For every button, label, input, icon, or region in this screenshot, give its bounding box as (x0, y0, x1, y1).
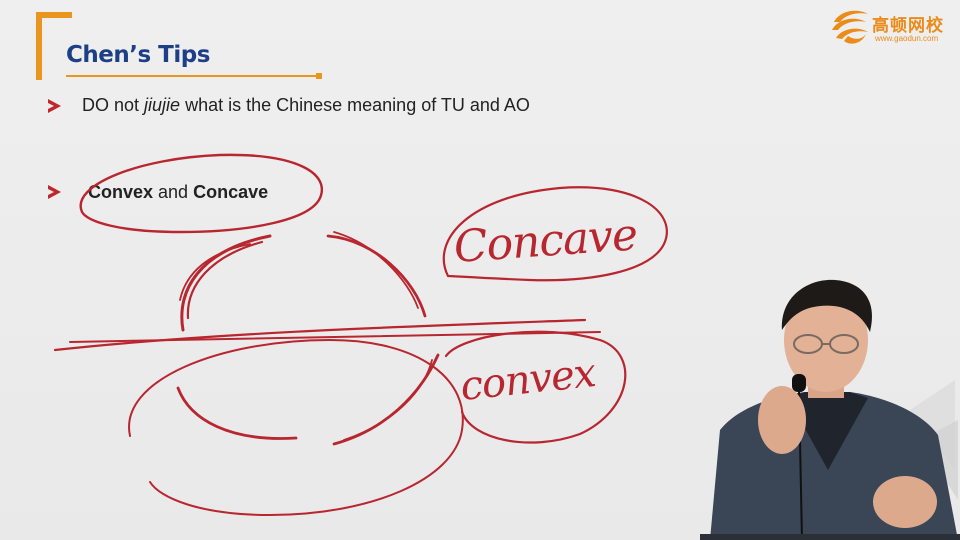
slide: Chen’s Tips 高顿网校 www.gaodun.com DO not j… (0, 0, 960, 540)
presenter-left-hand (758, 386, 806, 454)
presenter-video (700, 279, 960, 540)
ink-word-convex: convex (458, 350, 598, 410)
presenter-right-hand (873, 476, 937, 528)
ink-ellipse-bullet (79, 153, 323, 234)
ink-horizontal-line-1 (53, 318, 587, 352)
ink-arc-top-right-2 (333, 231, 419, 309)
desk-edge (700, 534, 960, 540)
ink-arc-top-left-2 (186, 240, 264, 320)
ink-ellipse-convex-shape (128, 339, 464, 516)
ink-arc-bottom-left (176, 386, 298, 440)
ink-arc-top-left-3 (179, 243, 251, 301)
ink-word-concave: Concave (452, 209, 638, 273)
microphone-icon (792, 374, 806, 392)
ink-arc-bottom-right (332, 353, 440, 446)
ink-arc-bottom-right-2 (343, 359, 433, 441)
ink-arc-top-right (326, 234, 427, 318)
